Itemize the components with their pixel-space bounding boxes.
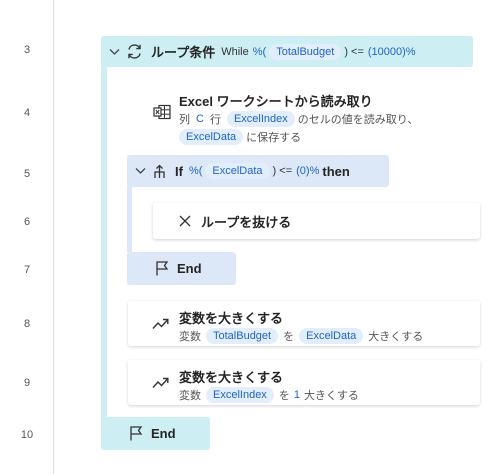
column-value: C xyxy=(196,113,204,125)
excel-sheet-icon xyxy=(153,104,171,125)
variable-label: 変数 xyxy=(179,390,201,402)
loop-keyword: While xyxy=(221,45,249,58)
particle: を xyxy=(283,331,295,343)
line-number: 6 xyxy=(23,216,31,228)
condition-icon xyxy=(152,164,167,179)
loop-condition-action[interactable]: ループ条件 While %( TotalBudget ) <= (10000)% xyxy=(101,36,473,67)
loop-title: ループ条件 xyxy=(151,45,216,60)
action-title: 変数を大きくする xyxy=(179,311,284,326)
increase-amount: 1 xyxy=(293,389,300,401)
action-suffix: 大きくする xyxy=(303,390,359,402)
if-keyword: If xyxy=(175,163,183,179)
close-icon xyxy=(179,215,191,227)
line-number: 5 xyxy=(23,168,31,180)
then-keyword: then xyxy=(322,163,350,179)
if-block-indent-bar xyxy=(127,186,132,252)
expression-open: %( xyxy=(188,165,203,177)
variable-token: ExcelData xyxy=(179,129,244,145)
condition-value: (0)% xyxy=(296,165,320,177)
trend-up-icon xyxy=(152,376,169,394)
variable-token: TotalBudget xyxy=(269,43,342,60)
increase-variable-action[interactable]: 変数を大きくする 変数 TotalBudget を ExcelData 大きくす… xyxy=(128,301,480,346)
line-number: 8 xyxy=(23,318,31,330)
action-description: に保存する xyxy=(246,132,302,144)
line-number: 7 xyxy=(23,264,31,276)
column-label: 列 xyxy=(179,114,190,126)
flag-icon xyxy=(155,261,169,276)
action-description: のセルの値を読み取り、 xyxy=(297,114,419,126)
variable-token: ExcelIndex xyxy=(206,387,274,403)
end-label: End xyxy=(151,426,176,441)
variable-token: ExcelData xyxy=(205,163,270,179)
variable-label: 変数 xyxy=(179,331,201,343)
increase-variable-action[interactable]: 変数を大きくする 変数 ExcelIndex を 1 大きくする xyxy=(128,360,480,405)
variable-token: TotalBudget xyxy=(206,328,279,344)
loop-block-indent-bar xyxy=(101,66,107,426)
line-number: 3 xyxy=(23,44,31,56)
action-title: 変数を大きくする xyxy=(179,370,284,385)
loop-end-action[interactable]: End xyxy=(101,417,210,450)
chevron-down-icon[interactable] xyxy=(135,164,146,178)
flag-icon xyxy=(129,426,143,441)
excel-read-action[interactable]: Excel ワークシートから読み取り 列 C 行 ExcelIndex のセルの… xyxy=(150,90,470,145)
row-label: 行 xyxy=(209,114,221,126)
particle: を xyxy=(278,390,290,402)
end-label: End xyxy=(177,261,202,276)
operator: ) <= xyxy=(344,45,364,58)
operator: ) <= xyxy=(272,165,293,177)
variable-token: ExcelData xyxy=(299,328,364,344)
line-number-gutter xyxy=(0,0,54,474)
loop-icon xyxy=(126,44,143,59)
action-title: Excel ワークシートから読み取り xyxy=(179,94,373,109)
line-number: 9 xyxy=(23,377,31,389)
if-condition-action[interactable]: If %( ExcelData ) <= (0)% then xyxy=(127,155,389,187)
expression-open: %( xyxy=(252,45,267,58)
line-number: 10 xyxy=(20,429,34,441)
condition-value: (10000)% xyxy=(367,45,416,58)
line-number: 4 xyxy=(23,107,31,119)
variable-token: ExcelIndex xyxy=(226,111,295,127)
action-title: ループを抜ける xyxy=(201,214,292,230)
exit-loop-action[interactable]: ループを抜ける xyxy=(153,203,480,239)
action-suffix: 大きくする xyxy=(368,331,424,343)
chevron-down-icon[interactable] xyxy=(109,45,120,59)
if-end-action[interactable]: End xyxy=(127,252,236,285)
trend-up-icon xyxy=(152,317,169,335)
